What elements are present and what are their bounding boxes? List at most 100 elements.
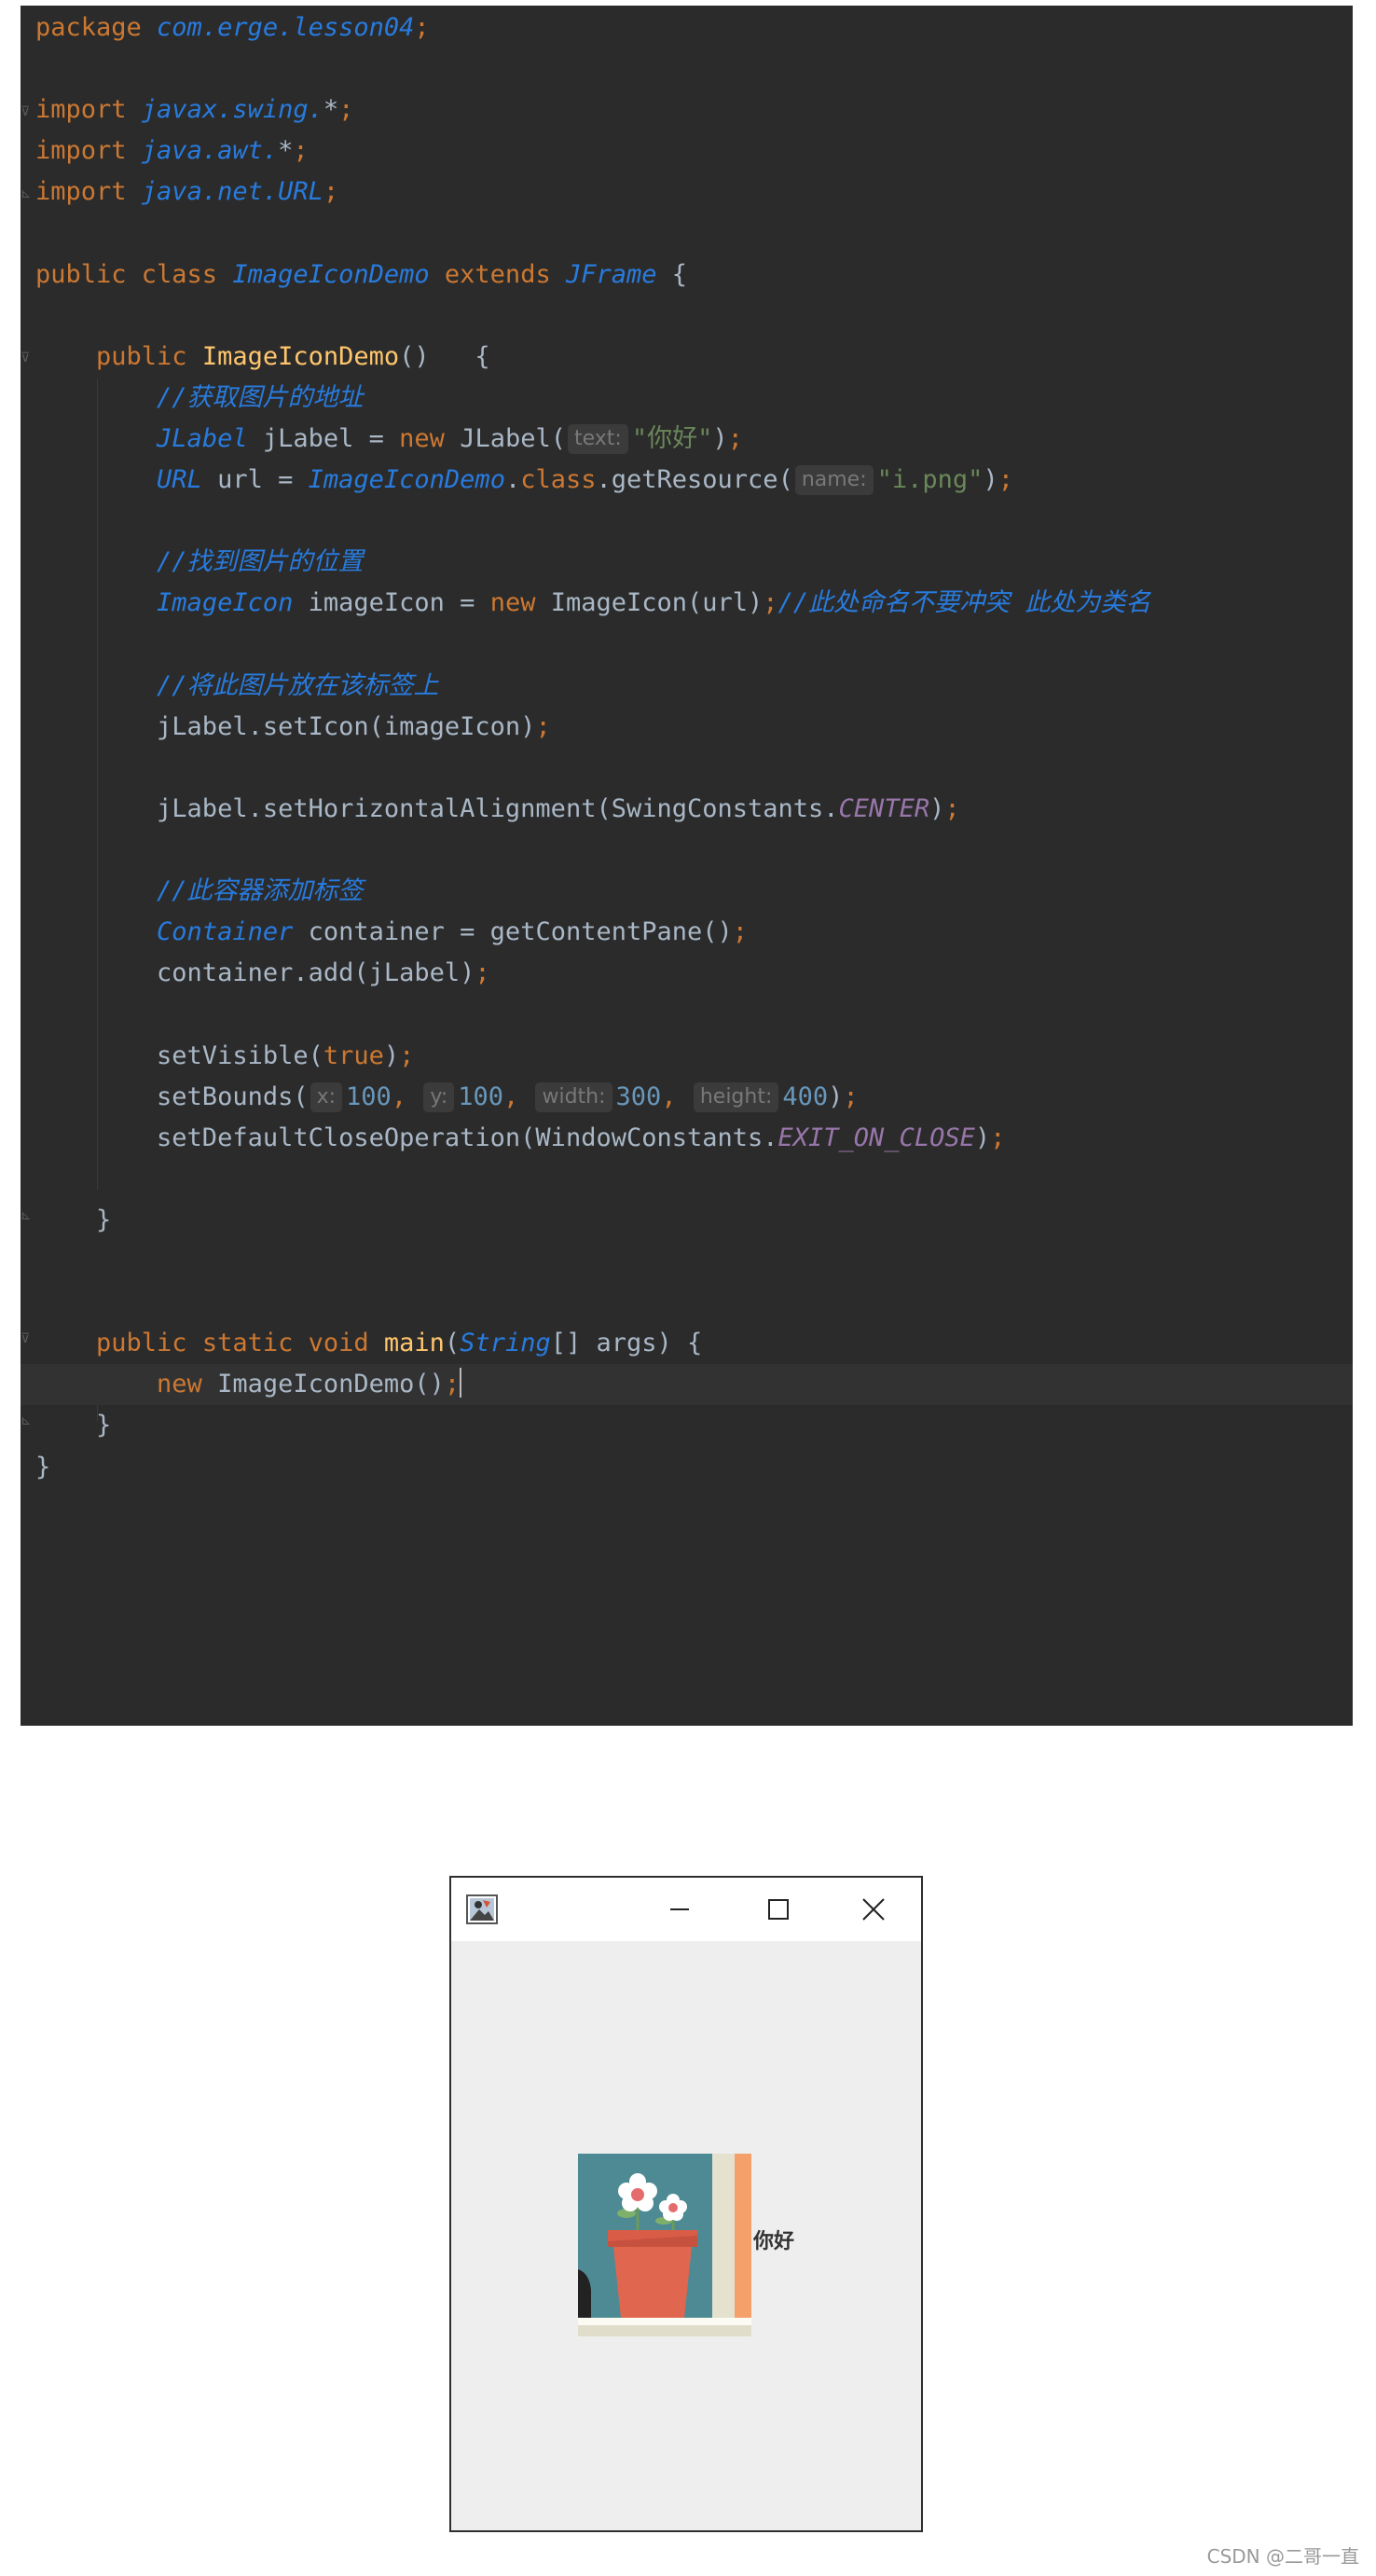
code-line[interactable]: public static void main(String[] args) { — [35, 1323, 702, 1364]
code-token: class — [520, 465, 597, 495]
code-line[interactable]: import java.awt.*; — [35, 131, 309, 172]
fold-marker-icon[interactable]: ⊾ — [21, 1413, 34, 1428]
code-token: //找到图片的位置 — [157, 547, 364, 577]
code-token: ; — [944, 793, 960, 823]
code-line[interactable]: setDefaultCloseOperation(WindowConstants… — [35, 1118, 1005, 1159]
code-line[interactable]: } — [35, 1405, 111, 1446]
code-token: import — [35, 136, 142, 166]
code-token: [] args) { — [550, 1329, 703, 1358]
code-token: javax.swing. — [141, 95, 323, 125]
fold-marker-icon[interactable]: ⊽ — [21, 1331, 34, 1346]
code-token: jLabel.setIcon(imageIcon) — [35, 711, 536, 741]
code-token: "i.png" — [876, 465, 984, 495]
fold-marker-icon[interactable]: ⊽ — [21, 104, 34, 119]
code-token: * — [278, 136, 294, 166]
code-token: package — [35, 13, 158, 42]
code-token: import — [35, 177, 142, 207]
code-line[interactable]: } — [35, 1447, 50, 1488]
code-token: java.net.URL — [141, 177, 323, 207]
parameter-hint: text: — [567, 424, 628, 454]
code-token: ; — [399, 1040, 415, 1070]
minimize-button[interactable] — [630, 1878, 729, 1941]
code-line[interactable]: import java.net.URL; — [35, 172, 338, 213]
code-token: main — [383, 1329, 445, 1358]
code-token: { — [656, 259, 688, 289]
code-token: String — [460, 1329, 551, 1358]
code-token: 400 — [782, 1081, 829, 1111]
code-token: ; — [732, 917, 749, 947]
code-token: } — [35, 1411, 112, 1440]
minimize-icon — [670, 1908, 689, 1910]
code-line[interactable]: import javax.swing.*; — [35, 90, 353, 131]
code-token: JLabel( — [460, 424, 566, 453]
code-token: } — [35, 1205, 112, 1234]
maximize-button[interactable] — [729, 1878, 828, 1941]
code-line[interactable]: jLabel.setHorizontalAlignment(SwingConst… — [35, 789, 960, 830]
code-line[interactable]: public ImageIconDemo() { — [35, 337, 490, 378]
code-token: setDefaultCloseOperation(WindowConstants… — [35, 1123, 778, 1152]
code-token: com.erge.lesson04 — [157, 13, 415, 42]
code-editor[interactable]: ⊽ ⊾ ⊽ ⊾ ⊽ ⊾ package com.erge.lesson04; im… — [21, 6, 1353, 1726]
code-token: ) — [828, 1081, 844, 1111]
window-titlebar[interactable] — [451, 1878, 921, 1941]
code-token: . — [504, 465, 521, 495]
code-line[interactable]: setBounds(x: 100, y: 100, width: 300, heigh… — [35, 1077, 859, 1118]
code-token: , — [502, 1081, 534, 1111]
code-token: .getResource( — [596, 465, 793, 495]
code-token: URL — [157, 465, 202, 495]
code-line[interactable]: ImageIcon imageIcon = new ImageIcon(url)… — [35, 583, 1150, 624]
code-token: extends — [429, 259, 566, 289]
code-token: //此容器添加标签 — [157, 876, 364, 906]
code-line[interactable]: } — [35, 1200, 111, 1241]
code-token: ( — [444, 1329, 461, 1358]
code-token: 100 — [346, 1081, 392, 1111]
code-token: //获取图片的地址 — [157, 382, 364, 412]
code-token: ) — [983, 465, 998, 495]
window-content-pane: 你好 — [451, 1941, 921, 2530]
code-token: public static void — [96, 1329, 384, 1358]
code-token: java.awt. — [141, 136, 279, 166]
code-line[interactable]: Container container = getContentPane(); — [35, 912, 748, 953]
code-line[interactable]: //将此图片放在该标签上 — [35, 666, 439, 707]
close-button[interactable] — [824, 1878, 923, 1941]
fold-marker-icon[interactable]: ⊾ — [21, 1208, 34, 1223]
text-caret — [460, 1368, 462, 1398]
code-token: imageIcon = — [293, 588, 490, 618]
code-line[interactable]: //此容器添加标签 — [35, 871, 364, 912]
fold-marker-icon[interactable]: ⊽ — [21, 351, 34, 365]
code-token: ImageIconDemo — [232, 259, 430, 289]
code-token: ) — [929, 793, 945, 823]
close-icon — [862, 1898, 885, 1921]
code-token: CENTER — [838, 793, 930, 823]
code-token: new — [489, 588, 551, 618]
code-line[interactable]: jLabel.setIcon(imageIcon); — [35, 707, 551, 748]
code-line[interactable]: setVisible(true); — [35, 1036, 414, 1077]
code-token: setVisible( — [35, 1040, 323, 1070]
code-token: * — [323, 95, 339, 125]
code-line[interactable]: public class ImageIconDemo extends JFram… — [35, 255, 687, 296]
code-line[interactable]: container.add(jLabel); — [35, 953, 490, 994]
code-line[interactable]: new ImageIconDemo(); — [21, 1364, 1353, 1406]
parameter-hint: y: — [423, 1081, 455, 1112]
flower-pot-image — [578, 2154, 751, 2336]
code-token: ; — [338, 95, 354, 125]
code-token: ImageIconDemo() — [217, 1370, 445, 1399]
code-line[interactable]: //获取图片的地址 — [35, 378, 364, 419]
code-token: ) — [383, 1040, 400, 1070]
fold-marker-icon[interactable]: ⊾ — [21, 186, 34, 201]
code-line[interactable]: URL url = ImageIconDemo.class.getResourc… — [35, 460, 1013, 501]
code-token: ; — [444, 1370, 461, 1399]
parameter-hint: height: — [693, 1081, 779, 1112]
code-line[interactable]: JLabel jLabel = new JLabel(text: "你好"); — [35, 419, 743, 460]
code-token: url = — [201, 465, 309, 495]
code-line[interactable]: package com.erge.lesson04; — [35, 7, 430, 48]
code-token: container.add(jLabel) — [35, 958, 475, 988]
code-line[interactable]: //找到图片的位置 — [35, 542, 364, 583]
